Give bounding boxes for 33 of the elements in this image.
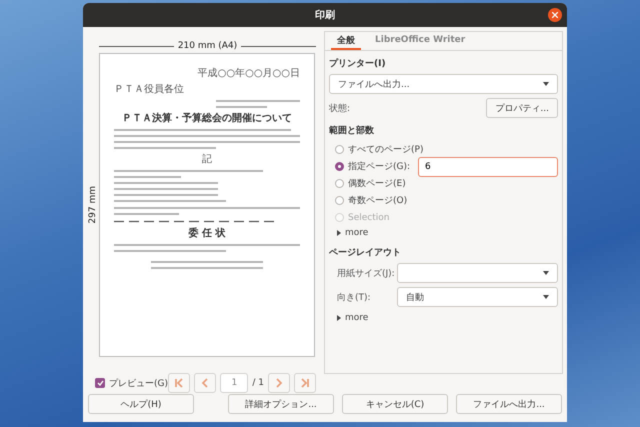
document-title: ＰＴＡ決算・予算総会の開催について — [122, 113, 292, 124]
more-expander[interactable]: more — [329, 311, 558, 325]
section-heading: 範囲と部数 — [329, 124, 375, 137]
page-number-field[interactable]: 1 — [220, 373, 248, 393]
section-heading: ページレイアウト — [329, 247, 402, 259]
dropdown[interactable]: 自動 — [397, 287, 558, 307]
field-label: 向き(T): — [337, 292, 372, 304]
radio-label: 偶数ページ(E) — [348, 178, 406, 190]
radio-label: 奇数ページ(O) — [348, 194, 408, 207]
page-range-field[interactable]: 6 — [418, 156, 558, 176]
printer-dropdown[interactable]: ファイルへ出力... — [329, 74, 558, 94]
preview-label: プレビュー(G) — [109, 377, 168, 390]
field-label: 用紙サイズ(J): — [337, 268, 393, 280]
document-date: 平成○○年○○月○○日 — [198, 68, 300, 79]
dialog-button[interactable]: ヘルプ(H) — [88, 394, 194, 414]
document-addressee: ＰＴＡ役員各位 — [114, 84, 185, 95]
dialog-button[interactable]: 詳細オプション... — [228, 394, 334, 414]
section-heading: プリンター(I) — [329, 57, 387, 70]
radio-label: Selection — [348, 212, 390, 222]
window-title: 印刷 — [315, 8, 335, 22]
page-total: / 1 — [252, 378, 264, 388]
page-width-label: 210 mm (A4) — [178, 41, 238, 51]
properties-button[interactable]: プロパティ... — [486, 98, 558, 118]
tab[interactable]: 全般 — [331, 32, 361, 50]
status-label: 状態: — [329, 102, 350, 114]
document-heading: 委 任 状 — [188, 228, 226, 239]
radio-label: 指定ページ(G): — [348, 160, 410, 173]
radio-label: すべてのページ(P) — [348, 144, 424, 156]
document-heading: 記 — [202, 154, 212, 165]
page-height-label: 297 mm — [88, 186, 98, 224]
dialog-button[interactable]: ファイルへ出力... — [456, 394, 562, 414]
dialog-button[interactable]: キャンセル(C) — [342, 394, 448, 414]
more-expander[interactable]: more — [329, 226, 558, 240]
